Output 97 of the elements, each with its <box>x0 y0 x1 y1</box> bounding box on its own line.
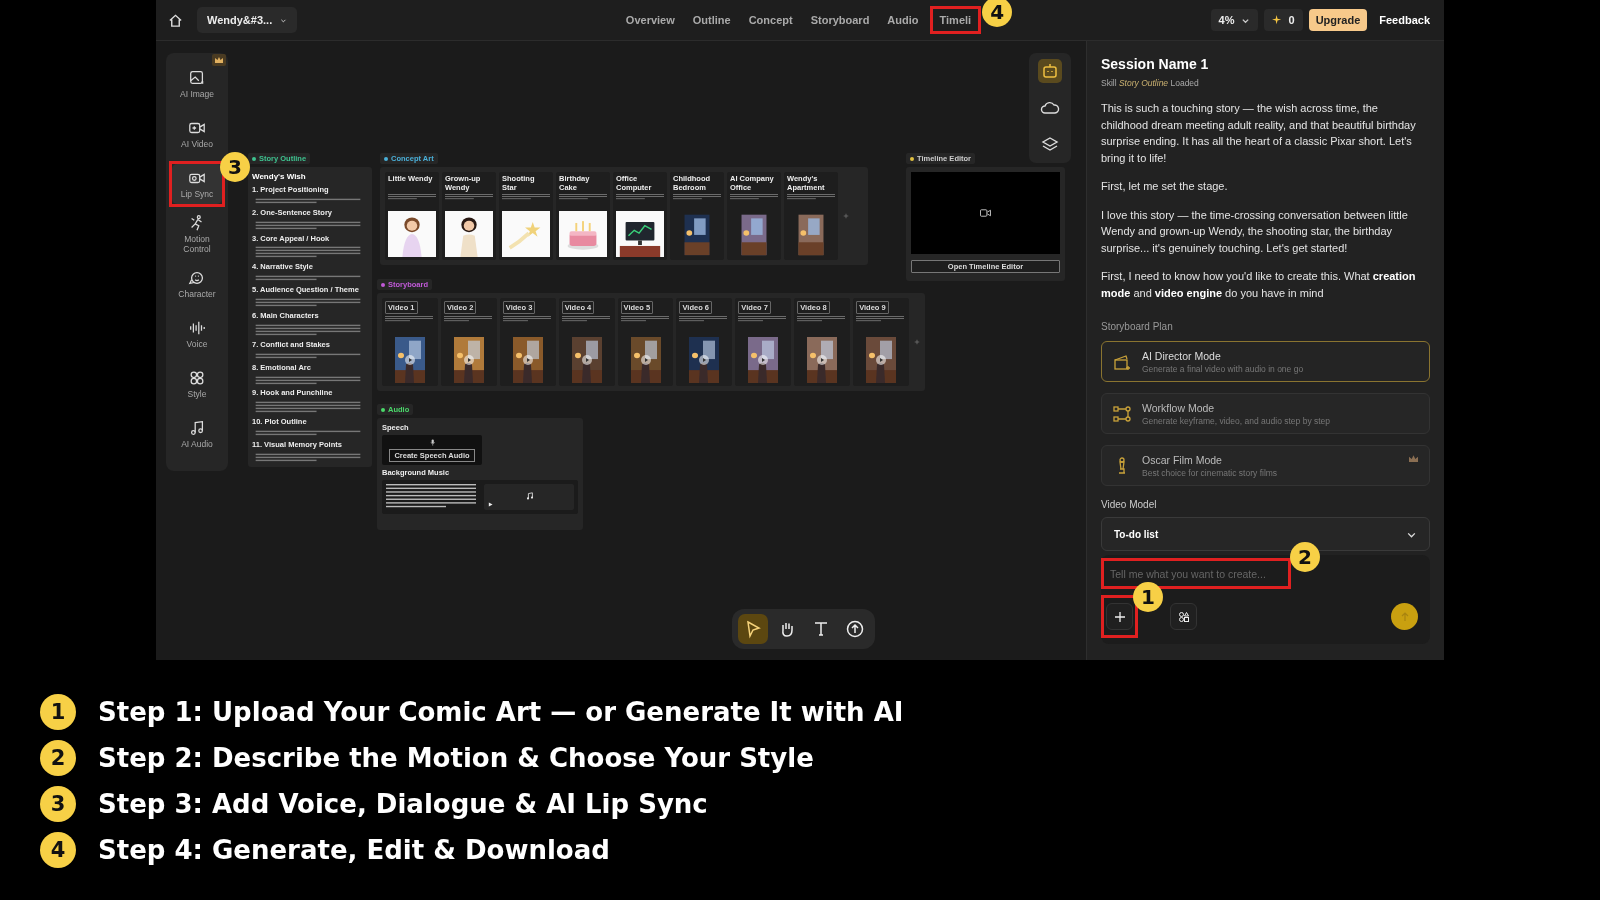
step-text: Step 3: Add Voice, Dialogue & AI Lip Sync <box>98 789 708 819</box>
play-icon[interactable] <box>463 355 474 365</box>
text-lines-drawing <box>738 316 787 322</box>
mode-option[interactable]: Oscar Film Mode Best choice for cinematic story films <box>1101 445 1430 486</box>
nav-tab[interactable]: Outline <box>685 9 738 31</box>
add-button[interactable] <box>1106 603 1133 630</box>
play-icon[interactable] <box>699 355 710 365</box>
crown-icon <box>1408 454 1419 463</box>
zoom-dropdown[interactable]: 4% <box>1210 9 1258 31</box>
play-icon[interactable] <box>876 355 887 365</box>
plus-icon <box>1113 610 1126 623</box>
sparkle-icon <box>1271 14 1283 26</box>
mode-title: AI Director Mode <box>1142 349 1222 362</box>
text-lines-drawing <box>787 194 835 200</box>
nav-tab[interactable]: Overview <box>618 9 682 31</box>
tool-item[interactable]: Lip Sync <box>172 164 222 204</box>
text-lines-drawing <box>679 316 728 322</box>
image-icon <box>188 69 206 87</box>
crown-icon <box>212 54 226 66</box>
mode-option[interactable]: Workflow Mode Generate keyframe, video, and audio step by step <box>1101 393 1430 434</box>
assistant-message: First, I need to know how you'd like to create this. What creation mode and video engine do you have in mind <box>1101 269 1417 301</box>
text-lines-drawing <box>797 316 846 322</box>
shapes-icon <box>1177 610 1190 623</box>
text-lines-drawing <box>620 316 669 322</box>
text-lines-drawing <box>616 194 664 200</box>
tool-item[interactable]: Voice <box>171 311 223 357</box>
chat-input-field[interactable]: Tell me what you want to create... <box>1104 564 1288 584</box>
text-lines-drawing <box>385 316 433 322</box>
microphone-icon <box>428 438 436 446</box>
flowchart-icon <box>1112 403 1132 424</box>
assistant-message: This is such a touching story — the wish across time, the childhood dream meeting adult reality, and that beautiful birthday surprise ending. It has all the heart of a classic Pixar short. Let's bring it to life! <box>1101 101 1417 166</box>
tool-item[interactable]: Style <box>171 361 223 407</box>
robot-icon[interactable] <box>1038 59 1062 84</box>
step-number-badge: 2 <box>40 740 76 776</box>
voice-wave-icon <box>188 319 206 337</box>
tool-item[interactable]: AI Image <box>171 61 223 107</box>
music-note-icon <box>526 492 534 500</box>
text-lines-drawing <box>502 194 550 200</box>
step-badge: 1 <box>1133 582 1163 612</box>
nav-tab[interactable]: Storyboard <box>803 9 877 31</box>
step-badge: 3 <box>220 152 250 182</box>
play-icon[interactable] <box>581 355 592 365</box>
step-number-badge: 4 <box>40 832 76 868</box>
mode-description: Best choice for cinematic story films <box>1142 467 1278 478</box>
credits-counter: 0 <box>1263 9 1303 31</box>
step-text: Step 1: Upload Your Comic Art — or Generate It with AI <box>98 697 904 727</box>
text-lines-drawing <box>561 316 610 322</box>
session-title: Session Name 1 <box>1101 56 1210 72</box>
step-number-badge: 1 <box>40 694 76 730</box>
play-icon[interactable] <box>404 355 415 365</box>
step-text: Step 2: Describe the Motion & Choose Your Style <box>98 743 814 773</box>
text-lines-drawing <box>856 316 905 322</box>
feedback-button[interactable]: Feedback <box>1373 9 1436 31</box>
assistant-message: First, let me set the stage. <box>1101 179 1229 194</box>
nav-tab[interactable]: Concept <box>741 9 800 31</box>
play-icon[interactable] <box>640 355 651 365</box>
text-lines-drawing <box>673 194 721 200</box>
music-note-icon <box>188 419 206 437</box>
video-camera-icon <box>980 209 991 217</box>
clover-icon <box>188 369 206 387</box>
mode-description: Generate keyframe, video, and audio step by step <box>1142 415 1331 426</box>
play-icon[interactable] <box>522 355 533 365</box>
text-lines-drawing <box>388 194 436 200</box>
step-badge: 4 <box>982 0 1013 27</box>
upload-icon <box>844 619 865 639</box>
tool-item[interactable]: Motion Control <box>171 211 223 257</box>
tool-item[interactable]: AI Audio <box>171 411 223 457</box>
nav-tab[interactable]: Timeli <box>932 9 979 31</box>
tool-item[interactable]: Character <box>171 261 223 307</box>
character-icon <box>188 269 206 287</box>
skills-button[interactable] <box>1170 603 1197 630</box>
assistant-message: I love this story — the time-crossing conversation between little Wendy and grown-up Wendy, the shooting star, the birthday surprise... it's genuinely touching. Let's get started! <box>1101 207 1409 256</box>
send-button[interactable] <box>1391 603 1418 630</box>
section-label: Storyboard Plan <box>1101 321 1174 332</box>
home-icon[interactable] <box>168 12 183 28</box>
mode-title: Workflow Mode <box>1142 401 1216 414</box>
project-dropdown[interactable]: Wendy&#3... <box>197 7 297 33</box>
text-lines-drawing <box>445 194 493 200</box>
outline-title: Wendy's Wish <box>252 172 307 181</box>
step-text: Step 4: Generate, Edit & Download <box>98 835 610 865</box>
text-lines-drawing <box>559 194 607 200</box>
upgrade-button[interactable]: Upgrade <box>1308 9 1368 31</box>
pointer-tool[interactable] <box>737 614 768 644</box>
text-lines-drawing <box>502 316 551 322</box>
nav-tab[interactable]: Audio <box>880 9 926 31</box>
mode-title: Oscar Film Mode <box>1142 453 1223 466</box>
step-number-badge: 3 <box>40 786 76 822</box>
text-field[interactable]: Tell me what you want to create... <box>1101 558 1291 589</box>
text-lines-drawing <box>443 316 492 322</box>
text-lines-drawing <box>730 194 778 200</box>
play-icon[interactable] <box>758 355 769 365</box>
play-icon[interactable] <box>488 502 493 507</box>
section-label: Video Model <box>1101 499 1158 510</box>
tool-item[interactable]: AI Video <box>171 111 223 157</box>
video-model-dropdown[interactable]: To-do list <box>1101 517 1430 551</box>
skill-status: Skill Story Outline Loaded <box>1101 78 1200 88</box>
play-icon[interactable] <box>817 355 828 365</box>
